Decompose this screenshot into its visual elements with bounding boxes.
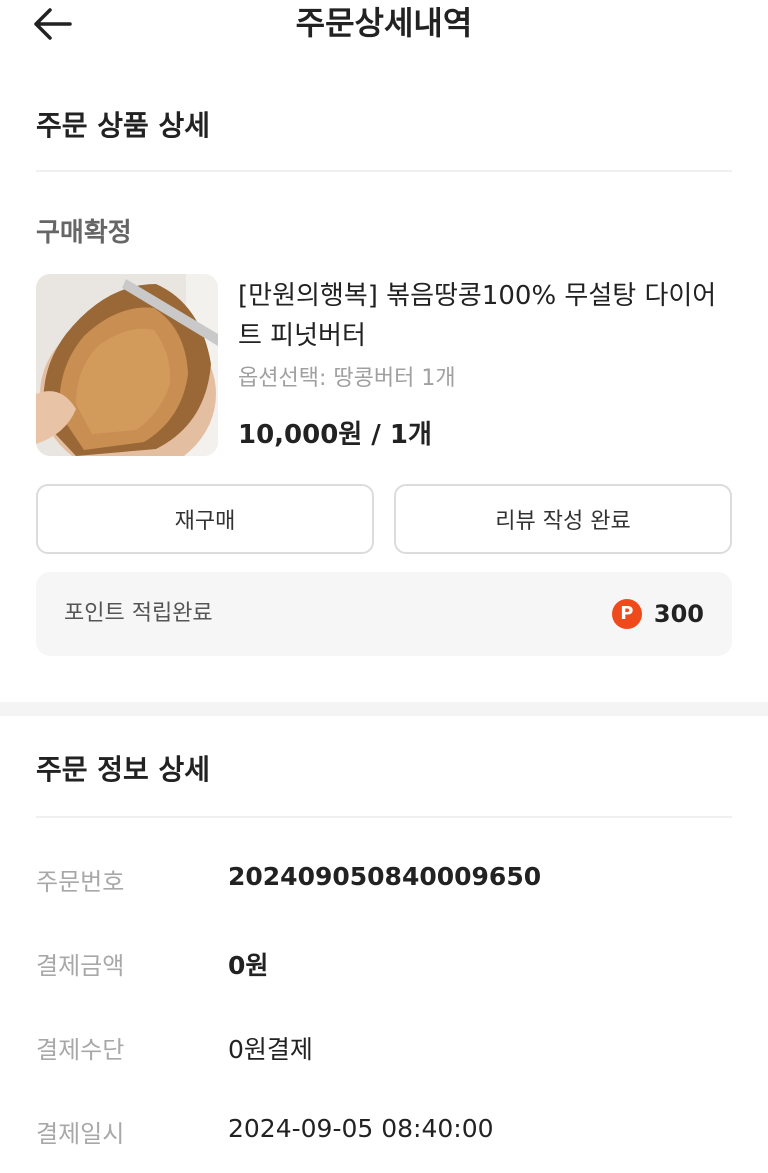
product-thumbnail[interactable] [36, 274, 218, 456]
payment-date-label: 결제일시 [36, 1120, 125, 1148]
points-label: 포인트 적립완료 [64, 601, 213, 626]
points-value: 300 [653, 600, 704, 628]
payment-amount-value: 0원 [228, 951, 269, 980]
payment-amount-label: 결제금액 [36, 952, 125, 980]
product-option: 옵션선택: 땅콩버터 1개 [238, 366, 456, 391]
product-name[interactable]: [만원의행복] 볶음땅콩100% 무설탕 다이어트 피넛버터 [238, 276, 738, 356]
payment-method-label: 결제수단 [36, 1036, 125, 1064]
point-icon: P [611, 599, 642, 629]
rebuy-button[interactable]: 재구매 [36, 484, 374, 554]
product-section-title: 주문 상품 상세 [36, 109, 211, 142]
payment-date-value: 2024-09-05 08:40:00 [228, 1114, 494, 1143]
product-price: 10,000원 / 1개 [238, 420, 432, 450]
review-complete-button[interactable]: 리뷰 작성 완료 [394, 484, 732, 554]
points-earned-box: 포인트 적립완료 P 300 [36, 572, 732, 656]
order-number-value: 20240905084000965​0 [228, 862, 542, 891]
points-value-group: P 300 [611, 572, 704, 656]
peanut-butter-image [36, 274, 218, 456]
order-info-title: 주문 정보 상세 [36, 753, 211, 786]
order-status: 구매확정 [36, 218, 132, 248]
divider [36, 170, 732, 172]
page-title: 주문상세내역 [295, 4, 473, 42]
order-number-label: 주문번호 [36, 868, 125, 896]
section-separator [0, 702, 768, 716]
divider [36, 816, 732, 818]
payment-method-value: 0원결제 [228, 1035, 313, 1064]
